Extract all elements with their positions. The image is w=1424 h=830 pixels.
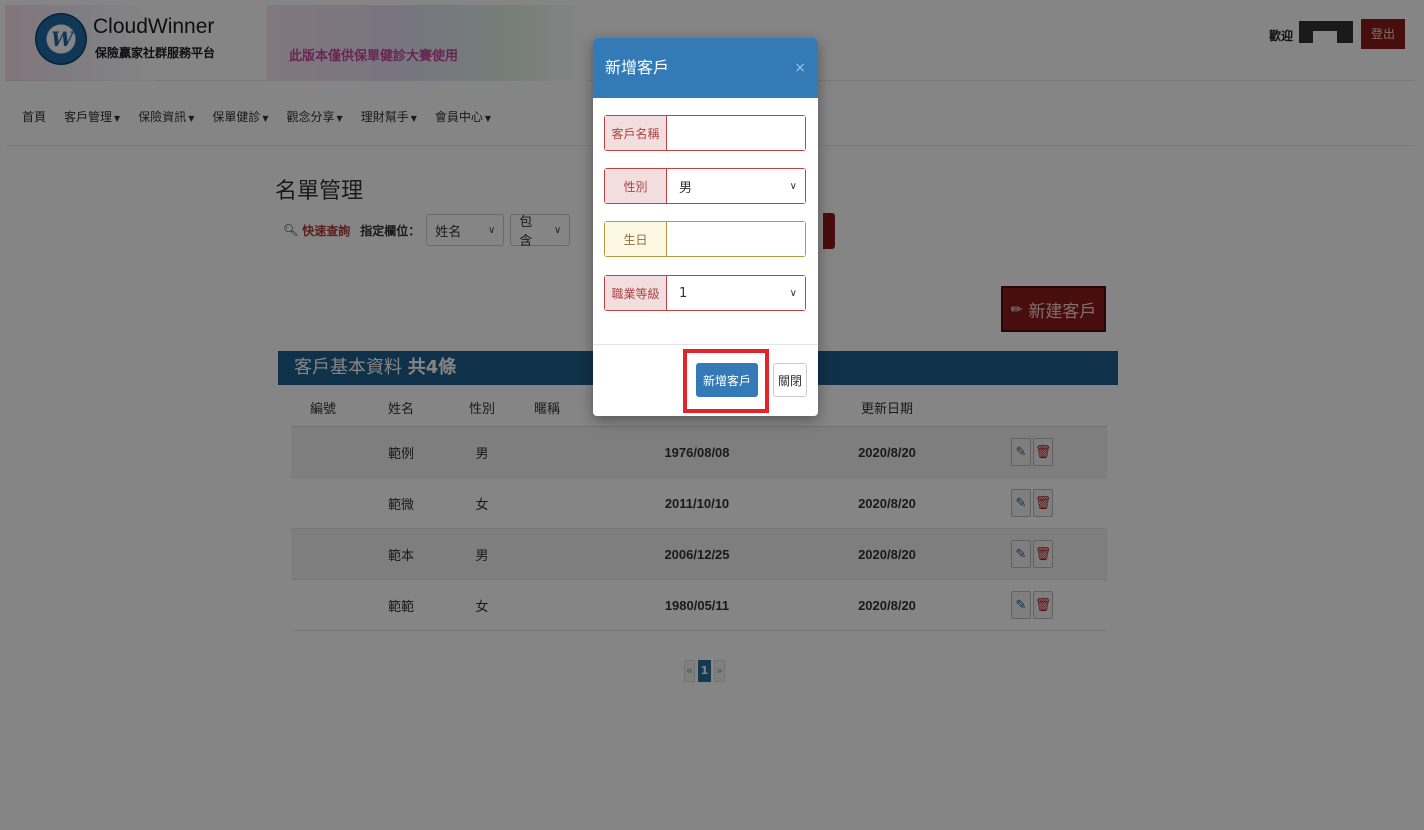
modal-footer: [593, 344, 818, 345]
highlight-box: [683, 349, 769, 413]
job-level-select-value: 1: [679, 285, 688, 301]
job-level-group: 職業等級 1 ∨: [604, 275, 806, 311]
gender-select[interactable]: 男 ∨: [667, 169, 805, 203]
job-level-label: 職業等級: [605, 276, 667, 310]
job-level-select[interactable]: 1 ∨: [667, 276, 805, 310]
customer-name-group: 客戶名稱: [604, 115, 806, 151]
chevron-down-icon: ∨: [789, 180, 797, 192]
customer-name-input[interactable]: [667, 116, 805, 150]
close-icon[interactable]: ×: [794, 38, 806, 98]
birthday-input[interactable]: [667, 222, 805, 256]
gender-select-value: 男: [679, 180, 693, 196]
gender-group: 性別 男 ∨: [604, 168, 806, 204]
birthday-group: 生日: [604, 221, 806, 257]
customer-name-label: 客戶名稱: [605, 116, 667, 150]
gender-label: 性別: [605, 169, 667, 203]
modal-close-button[interactable]: 關閉: [773, 363, 807, 397]
modal-title: 新增客戶: [605, 58, 670, 77]
birthday-label: 生日: [605, 222, 667, 256]
chevron-down-icon: ∨: [789, 287, 797, 299]
modal-header: 新增客戶 ×: [593, 38, 818, 98]
